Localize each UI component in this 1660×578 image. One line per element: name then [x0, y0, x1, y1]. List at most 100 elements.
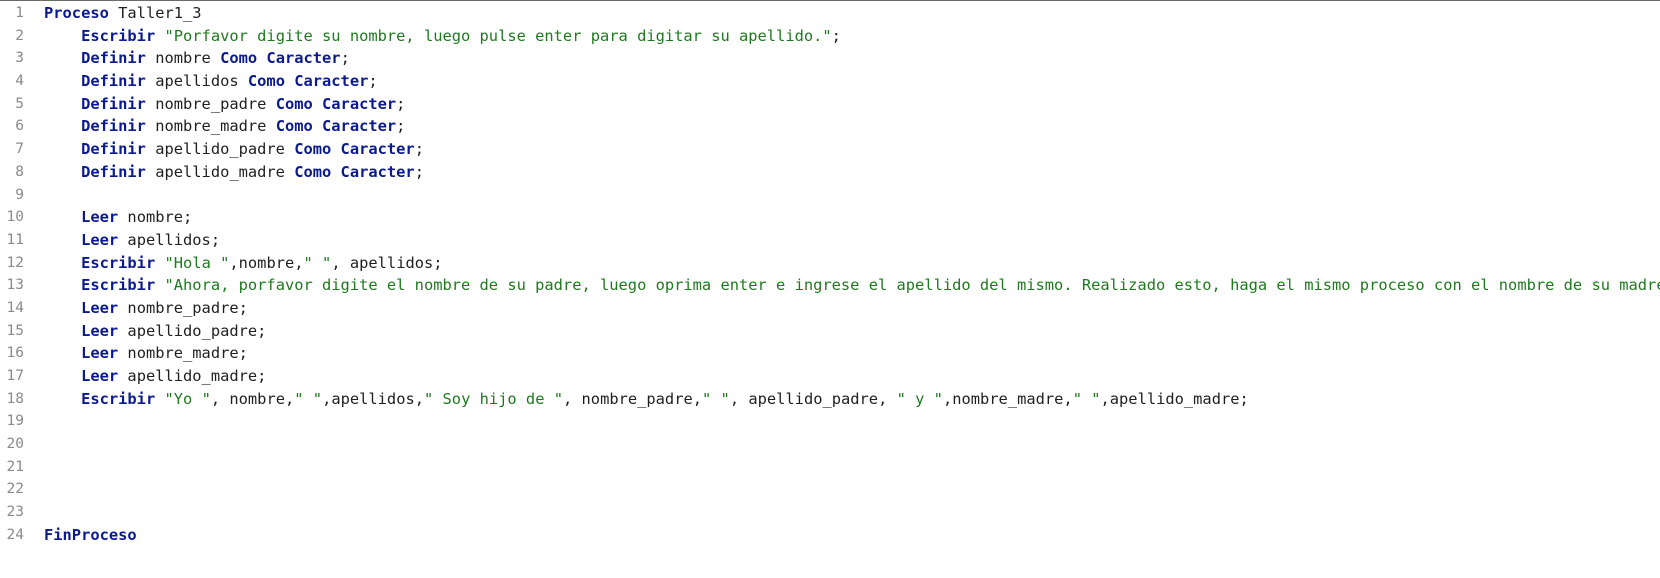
indent — [44, 72, 81, 90]
keyword-token: Definir — [81, 49, 146, 67]
punctuation-token: ; — [415, 140, 424, 158]
code-text: Leer nombre; — [44, 206, 192, 229]
code-line[interactable]: 7 Definir apellido_padre Como Caracter; — [0, 138, 1660, 161]
punctuation-token: ; — [211, 231, 220, 249]
identifier-token: nombre_madre — [146, 117, 276, 135]
identifier-token: apellido_madre — [118, 367, 257, 385]
line-number: 11 — [0, 229, 24, 252]
line-number: 9 — [0, 184, 24, 207]
keyword-token: Escribir — [81, 254, 155, 272]
string-token: " " — [294, 390, 322, 408]
identifier-token — [155, 254, 164, 272]
code-line[interactable]: 4 Definir apellidos Como Caracter; — [0, 70, 1660, 93]
code-line[interactable]: 1Proceso Taller1_3 — [0, 2, 1660, 25]
keyword-token: Como Caracter — [276, 95, 396, 113]
code-line[interactable]: 23 — [0, 501, 1660, 524]
punctuation-token: ; — [396, 117, 405, 135]
keyword-token: Definir — [81, 95, 146, 113]
code-line[interactable]: 10 Leer nombre; — [0, 206, 1660, 229]
keyword-token: Como Caracter — [220, 49, 340, 67]
code-line[interactable]: 13 Escribir "Ahora, porfavor digite el n… — [0, 274, 1660, 297]
punctuation-token: ; — [415, 163, 424, 181]
line-number: 19 — [0, 410, 24, 433]
code-line[interactable]: 8 Definir apellido_madre Como Caracter; — [0, 161, 1660, 184]
code-line[interactable]: 18 Escribir "Yo ", nombre," ",apellidos,… — [0, 388, 1660, 411]
punctuation-token: ; — [239, 344, 248, 362]
keyword-token: Escribir — [81, 27, 155, 45]
code-text: Definir apellido_madre Como Caracter; — [44, 161, 424, 184]
code-line[interactable]: 21 — [0, 456, 1660, 479]
line-number: 8 — [0, 161, 24, 184]
identifier-token — [155, 276, 164, 294]
keyword-token: Leer — [81, 367, 118, 385]
keyword-token: Escribir — [81, 390, 155, 408]
indent — [44, 208, 81, 226]
line-number: 22 — [0, 478, 24, 501]
identifier-token: , nombre_padre, — [563, 390, 702, 408]
line-number: 6 — [0, 115, 24, 138]
indent — [44, 117, 81, 135]
line-number: 24 — [0, 524, 24, 547]
code-line[interactable]: 3 Definir nombre Como Caracter; — [0, 47, 1660, 70]
code-text: Escribir "Ahora, porfavor digite el nomb… — [44, 274, 1660, 297]
indent — [44, 27, 81, 45]
code-editor[interactable]: 1Proceso Taller1_32 Escribir "Porfavor d… — [0, 2, 1660, 578]
code-line[interactable]: 5 Definir nombre_padre Como Caracter; — [0, 93, 1660, 116]
line-number: 4 — [0, 70, 24, 93]
code-line[interactable]: 16 Leer nombre_madre; — [0, 342, 1660, 365]
code-text: Definir apellidos Como Caracter; — [44, 70, 378, 93]
string-token: "Yo " — [165, 390, 211, 408]
code-line[interactable]: 14 Leer nombre_padre; — [0, 297, 1660, 320]
code-line[interactable]: 9 — [0, 184, 1660, 207]
identifier-token: nombre — [146, 49, 220, 67]
line-number: 3 — [0, 47, 24, 70]
keyword-token: Definir — [81, 72, 146, 90]
indent — [44, 254, 81, 272]
code-text: Leer apellidos; — [44, 229, 220, 252]
identifier-token: nombre_padre — [146, 95, 276, 113]
code-line[interactable]: 12 Escribir "Hola ",nombre," ", apellido… — [0, 252, 1660, 275]
string-token: " " — [702, 390, 730, 408]
keyword-token: Como Caracter — [276, 117, 396, 135]
keyword-token: Leer — [81, 299, 118, 317]
line-number: 10 — [0, 206, 24, 229]
punctuation-token: ; — [433, 254, 442, 272]
punctuation-token: ; — [396, 95, 405, 113]
code-line[interactable]: 20 — [0, 433, 1660, 456]
code-text: Leer apellido_madre; — [44, 365, 266, 388]
punctuation-token: ; — [368, 72, 377, 90]
keyword-token: Definir — [81, 163, 146, 181]
identifier-token — [155, 390, 164, 408]
punctuation-token: ; — [257, 367, 266, 385]
keyword-token: Como Caracter — [294, 140, 414, 158]
code-line[interactable]: 17 Leer apellido_madre; — [0, 365, 1660, 388]
code-text: Definir nombre_padre Como Caracter; — [44, 93, 405, 116]
line-number: 17 — [0, 365, 24, 388]
code-line[interactable]: 15 Leer apellido_padre; — [0, 320, 1660, 343]
line-number: 13 — [0, 274, 24, 297]
code-line[interactable]: 24 FinProceso — [0, 524, 1660, 547]
code-line[interactable]: 19 — [0, 410, 1660, 433]
keyword-token: Leer — [81, 322, 118, 340]
keyword-token: Como Caracter — [294, 163, 414, 181]
code-text: Definir nombre Como Caracter; — [44, 47, 350, 70]
line-number: 5 — [0, 93, 24, 116]
indent — [44, 344, 81, 362]
code-text: Escribir "Hola ",nombre," ", apellidos; — [44, 252, 443, 275]
code-text: FinProceso — [44, 524, 137, 547]
keyword-token: Leer — [81, 344, 118, 362]
code-line[interactable]: 22 — [0, 478, 1660, 501]
indent — [44, 367, 81, 385]
identifier-token: ,nombre, — [229, 254, 303, 272]
line-number: 21 — [0, 456, 24, 479]
code-line[interactable]: 2 Escribir "Porfavor digite su nombre, l… — [0, 25, 1660, 48]
code-line[interactable]: 6 Definir nombre_madre Como Caracter; — [0, 115, 1660, 138]
keyword-token: Leer — [81, 208, 118, 226]
string-token: "Ahora, porfavor digite el nombre de su … — [165, 276, 1660, 294]
line-number: 18 — [0, 388, 24, 411]
code-line[interactable]: 11 Leer apellidos; — [0, 229, 1660, 252]
code-text: Escribir "Yo ", nombre," ",apellidos," S… — [44, 388, 1249, 411]
identifier-token: ,nombre_madre, — [943, 390, 1073, 408]
line-number: 23 — [0, 501, 24, 524]
keyword-token: Escribir — [81, 276, 155, 294]
